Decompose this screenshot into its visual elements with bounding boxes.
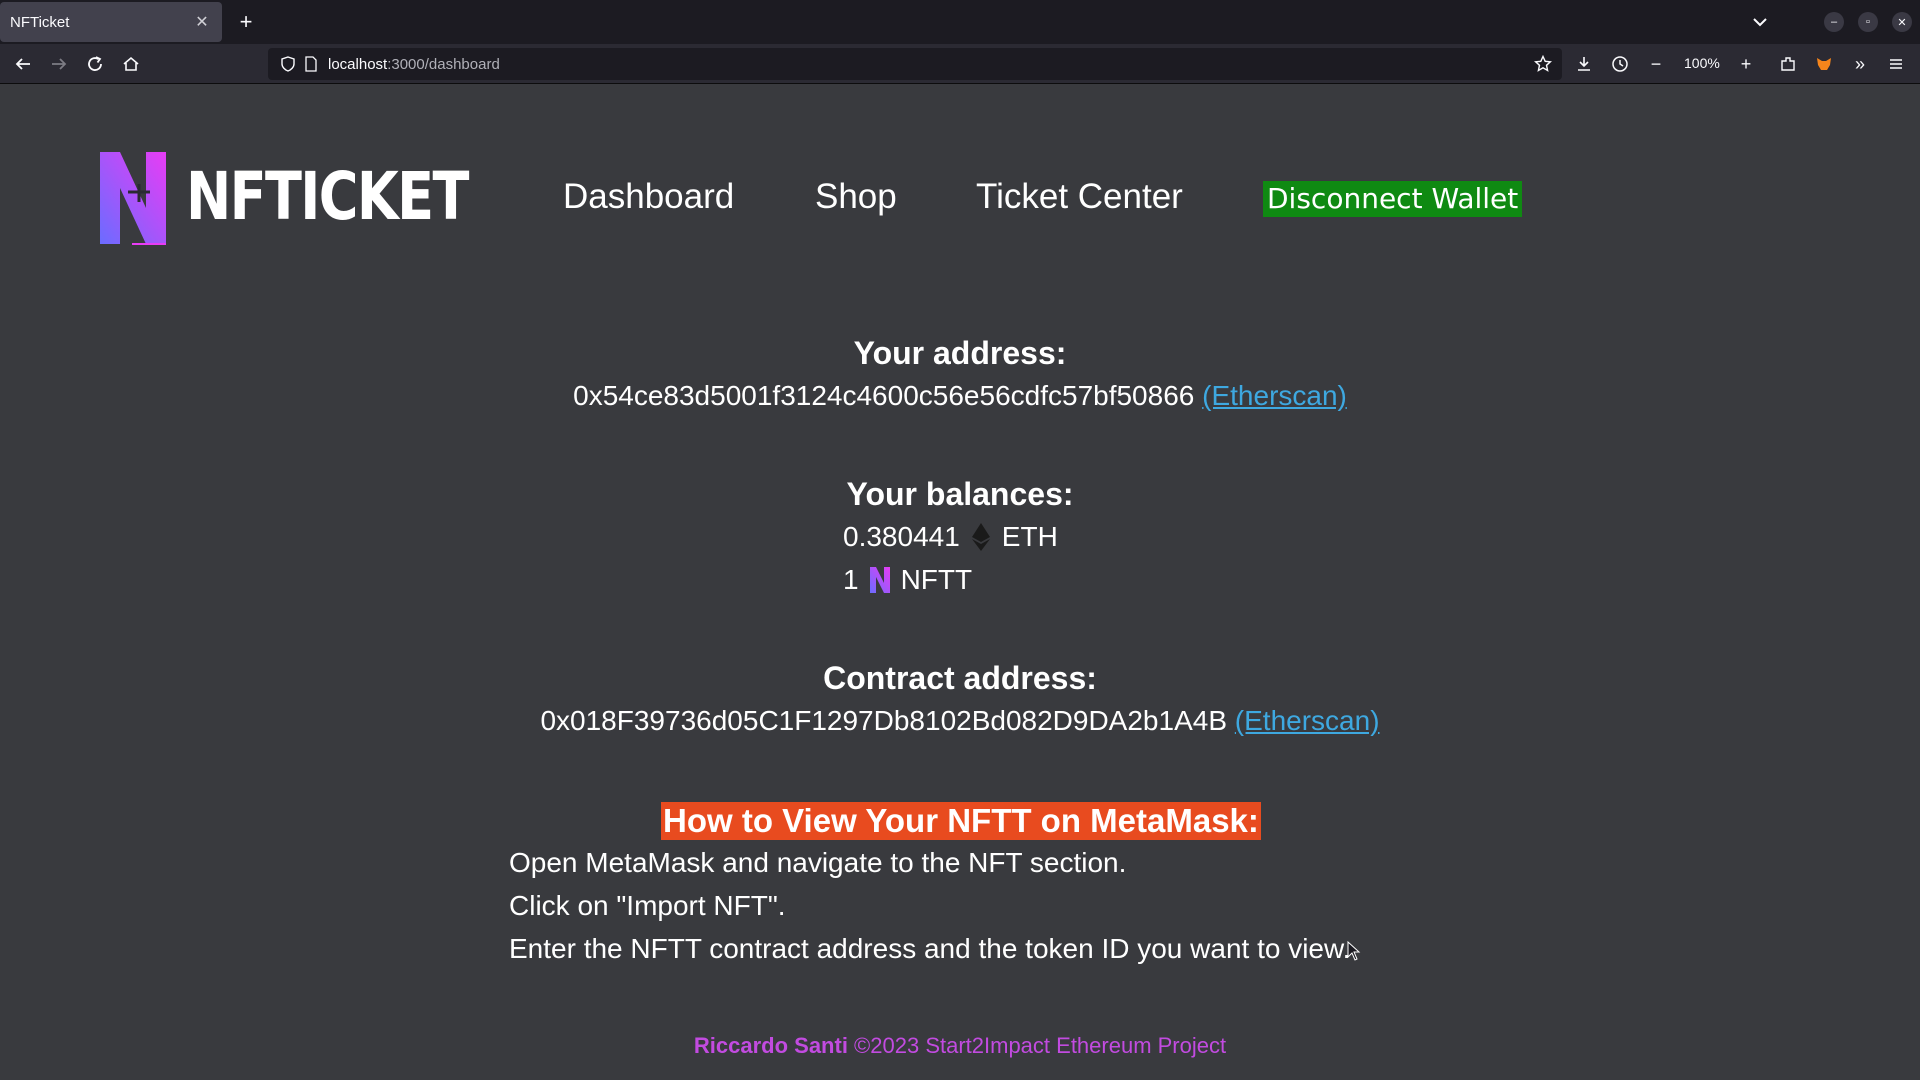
page-icon[interactable] (304, 56, 318, 77)
contract-heading: Contract address: (823, 660, 1097, 696)
contract-address: 0x018F39736d05C1F1297Db8102Bd082D9DA2b1A… (540, 705, 1228, 736)
eth-unit: ETH (1001, 521, 1058, 552)
contract-line: 0x018F39736d05C1F1297Db8102Bd082D9DA2b1A… (0, 705, 1920, 737)
forward-icon[interactable] (44, 50, 74, 78)
nav-dashboard[interactable]: Dashboard (563, 177, 734, 217)
nav-shop[interactable]: Shop (815, 177, 897, 217)
history-icon[interactable] (1606, 50, 1634, 78)
howto-title: How to View Your NFTT on MetaMask: (661, 802, 1261, 840)
tab-title: NFTicket (10, 13, 70, 31)
contract-etherscan-link[interactable]: (Etherscan) (1235, 705, 1380, 736)
url-text[interactable]: localhost:3000/dashboard (328, 56, 500, 73)
home-icon[interactable] (116, 50, 146, 78)
download-icon[interactable] (1570, 50, 1598, 78)
nfticket-logo[interactable]: NFTICKET (98, 150, 469, 250)
howto-step: Click on "Import NFT". (509, 890, 786, 921)
menu-hamburger-icon[interactable] (1882, 50, 1910, 78)
logo-n-icon (100, 152, 166, 245)
address-etherscan-link[interactable]: (Etherscan) (1202, 380, 1347, 411)
new-tab-icon[interactable]: + (234, 9, 258, 34)
metamask-fox-icon[interactable] (1810, 50, 1838, 78)
address-line: 0x54ce83d5001f3124c4600c56e56cdfc57bf508… (0, 380, 1920, 412)
browser-tab-bar: NFTicket ✕ + – ▫ ✕ (0, 0, 1920, 44)
extensions-icon[interactable] (1774, 50, 1802, 78)
nftt-amount: 1 (843, 564, 859, 595)
url-bar[interactable]: localhost:3000/dashboard (268, 48, 1562, 80)
zoom-level[interactable]: 100% (1684, 55, 1720, 71)
overflow-chevrons-icon[interactable]: » (1846, 50, 1874, 78)
ethereum-icon (971, 523, 990, 551)
shield-icon[interactable] (280, 56, 296, 77)
balances-heading: Your balances: (846, 476, 1074, 512)
dashboard-page: NFTICKET Dashboard Shop Ticket Center Di… (0, 85, 1920, 1080)
mouse-cursor-icon (1347, 941, 1361, 961)
minimize-icon[interactable]: – (1824, 12, 1844, 32)
bookmark-star-icon[interactable] (1533, 54, 1553, 78)
browser-tab[interactable]: NFTicket ✕ (0, 2, 222, 42)
browser-toolbar: localhost:3000/dashboard − 100% + » (0, 44, 1920, 84)
zoom-out-icon[interactable]: − (1642, 50, 1670, 78)
eth-amount: 0.380441 (843, 521, 960, 552)
wallet-address: 0x54ce83d5001f3124c4600c56e56cdfc57bf508… (573, 380, 1195, 411)
tab-list-chevron-icon[interactable] (1748, 10, 1772, 34)
close-tab-icon[interactable]: ✕ (192, 12, 212, 32)
eth-balance: 0.380441 ETH (843, 521, 1058, 553)
logo-text: NFTICKET (186, 158, 469, 235)
disconnect-wallet-button[interactable]: Disconnect Wallet (1263, 181, 1523, 217)
howto-step: Open MetaMask and navigate to the NFT se… (509, 847, 1127, 878)
footer-author: Riccardo Santi (693, 1033, 848, 1058)
footer-text: ©2023 Start2Impact Ethereum Project (847, 1033, 1227, 1058)
nftt-unit: NFTT (900, 564, 973, 595)
back-icon[interactable] (8, 50, 38, 78)
close-window-icon[interactable]: ✕ (1892, 12, 1912, 32)
nftt-balance: 1 NFTT (843, 564, 972, 596)
nav-ticket-center[interactable]: Ticket Center (976, 177, 1183, 217)
reload-icon[interactable] (80, 50, 110, 78)
address-heading: Your address: (853, 335, 1067, 371)
nftt-token-icon (869, 567, 890, 593)
zoom-in-icon[interactable]: + (1732, 50, 1760, 78)
footer: Riccardo Santi ©2023 Start2Impact Ethere… (0, 1033, 1920, 1059)
restore-icon[interactable]: ▫ (1858, 12, 1878, 32)
howto-step: Enter the NFTT contract address and the … (509, 933, 1351, 964)
